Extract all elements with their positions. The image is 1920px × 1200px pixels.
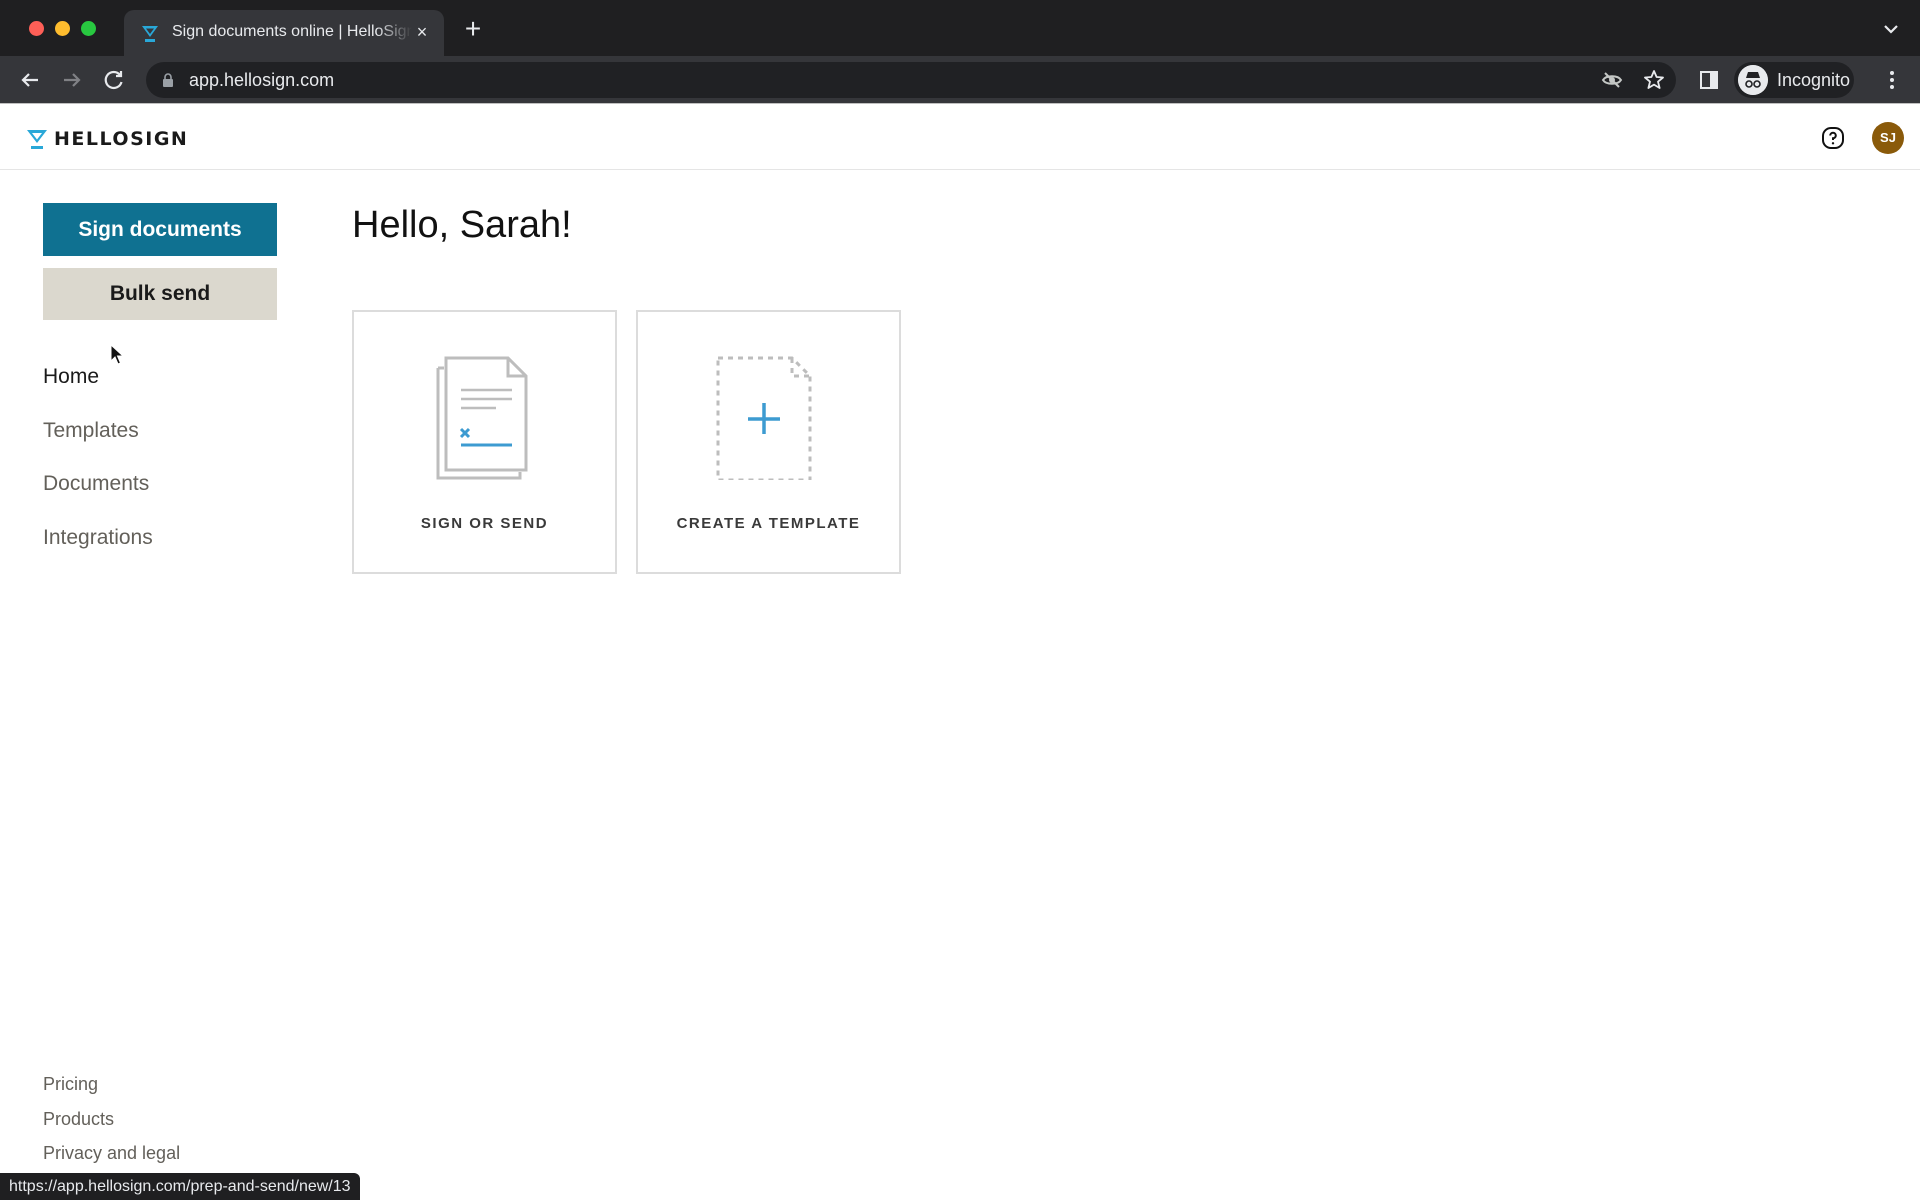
bookmark-star-icon[interactable] xyxy=(1642,68,1666,92)
incognito-icon xyxy=(1738,65,1768,95)
window-maximize-button[interactable] xyxy=(81,21,96,36)
mouse-cursor-icon xyxy=(110,344,124,365)
browser-tab[interactable]: Sign documents online | HelloSign × xyxy=(124,10,444,56)
app-header: HELLOSIGN SJ xyxy=(0,105,1920,170)
new-tab-button[interactable]: + xyxy=(460,15,486,44)
incognito-label: Incognito xyxy=(1777,70,1851,90)
url-text: app.hellosign.com xyxy=(189,70,335,90)
window-close-button[interactable] xyxy=(29,21,44,36)
bulk-send-button[interactable]: Bulk send xyxy=(43,268,277,320)
hellosign-favicon-icon xyxy=(142,26,158,42)
sidebar-item-templates[interactable]: Templates xyxy=(43,419,139,443)
sign-or-send-card[interactable]: SIGN OR SEND xyxy=(352,310,617,574)
back-arrow-icon[interactable] xyxy=(16,66,44,94)
reload-icon[interactable] xyxy=(100,66,128,94)
hellosign-logo-icon xyxy=(27,130,47,149)
link-status-bar: https://app.hellosign.com/prep-and-send/… xyxy=(0,1173,360,1200)
sidebar-item-documents[interactable]: Documents xyxy=(43,472,149,496)
browser-menu-icon[interactable] xyxy=(1880,68,1904,92)
help-icon[interactable] xyxy=(1821,126,1845,150)
tab-search-chevron-icon[interactable] xyxy=(1882,22,1900,36)
eye-off-icon[interactable] xyxy=(1600,68,1624,92)
sign-documents-button[interactable]: Sign documents xyxy=(43,203,277,256)
incognito-profile-button[interactable]: Incognito xyxy=(1734,62,1854,98)
create-template-card[interactable]: CREATE A TEMPLATE xyxy=(636,310,901,574)
document-sign-icon xyxy=(436,356,528,480)
lock-icon xyxy=(163,73,173,87)
brand-name: HELLOSIGN xyxy=(54,128,189,150)
card-label: SIGN OR SEND xyxy=(420,515,549,532)
sidebar-item-integrations[interactable]: Integrations xyxy=(43,526,153,550)
browser-toolbar: app.hellosign.com Incognito xyxy=(0,56,1920,104)
tab-close-icon[interactable]: × xyxy=(410,20,434,44)
hellosign-logo[interactable]: HELLOSIGN xyxy=(26,127,188,151)
footer-link-products[interactable]: Products xyxy=(43,1109,114,1130)
address-bar[interactable]: app.hellosign.com xyxy=(146,62,1676,98)
tab-title: Sign documents online | HelloSign xyxy=(172,23,412,40)
footer-link-pricing[interactable]: Pricing xyxy=(43,1074,98,1095)
sidebar-item-home[interactable]: Home xyxy=(43,365,99,389)
browser-tab-strip: Sign documents online | HelloSign × + xyxy=(0,0,1920,56)
page-greeting: Hello, Sarah! xyxy=(352,204,572,246)
window-minimize-button[interactable] xyxy=(55,21,70,36)
card-label: CREATE A TEMPLATE xyxy=(676,515,861,532)
user-avatar[interactable]: SJ xyxy=(1872,122,1904,154)
footer-link-privacy[interactable]: Privacy and legal xyxy=(43,1143,180,1164)
side-panel-icon[interactable] xyxy=(1699,70,1719,90)
new-template-icon xyxy=(716,356,812,480)
forward-arrow-icon[interactable] xyxy=(58,66,86,94)
